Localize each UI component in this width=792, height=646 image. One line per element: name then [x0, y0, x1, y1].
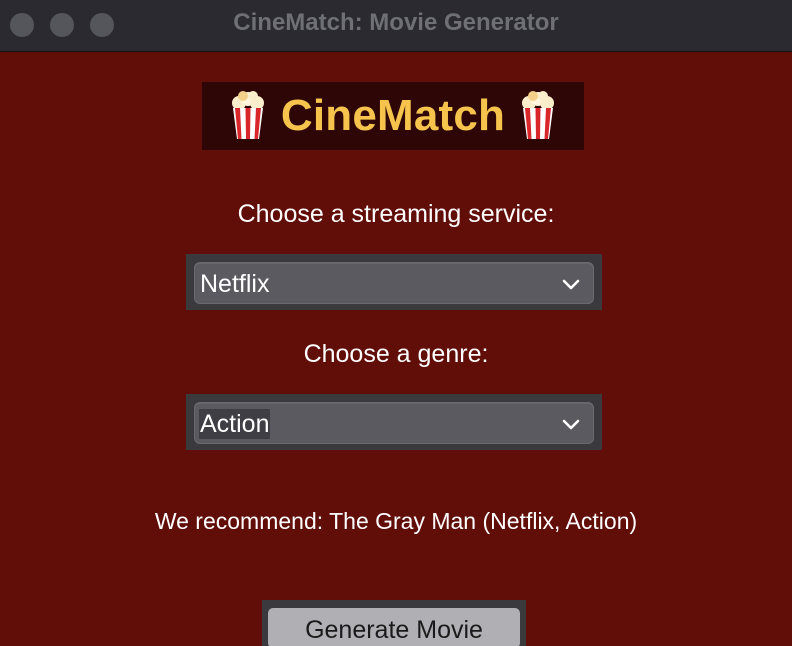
service-label: Choose a streaming service: [237, 200, 555, 228]
genre-select-frame: Action [186, 394, 602, 450]
popcorn-icon [229, 91, 267, 141]
chevron-down-icon [562, 279, 580, 290]
genre-select[interactable]: Action [194, 402, 594, 444]
recommendation-text: We recommend: The Gray Man (Netflix, Act… [154, 508, 638, 534]
app-window: CineMatch: Movie Generator CineMatch Cho… [0, 0, 792, 646]
banner-title: CineMatch [280, 91, 506, 140]
genre-select-value: Action [199, 409, 271, 439]
service-select-frame: Netflix [186, 254, 602, 310]
app-banner: CineMatch [202, 82, 584, 150]
service-select[interactable]: Netflix [194, 262, 594, 304]
title-bar: CineMatch: Movie Generator [0, 0, 792, 52]
genre-label: Choose a genre: [303, 340, 489, 368]
window-title: CineMatch: Movie Generator [233, 9, 559, 36]
popcorn-icon [519, 91, 557, 141]
service-select-value: Netflix [200, 270, 270, 298]
generate-movie-button[interactable]: Generate Movie [268, 608, 520, 646]
chevron-down-icon [562, 419, 580, 430]
generate-button-frame: Generate Movie [262, 600, 526, 646]
